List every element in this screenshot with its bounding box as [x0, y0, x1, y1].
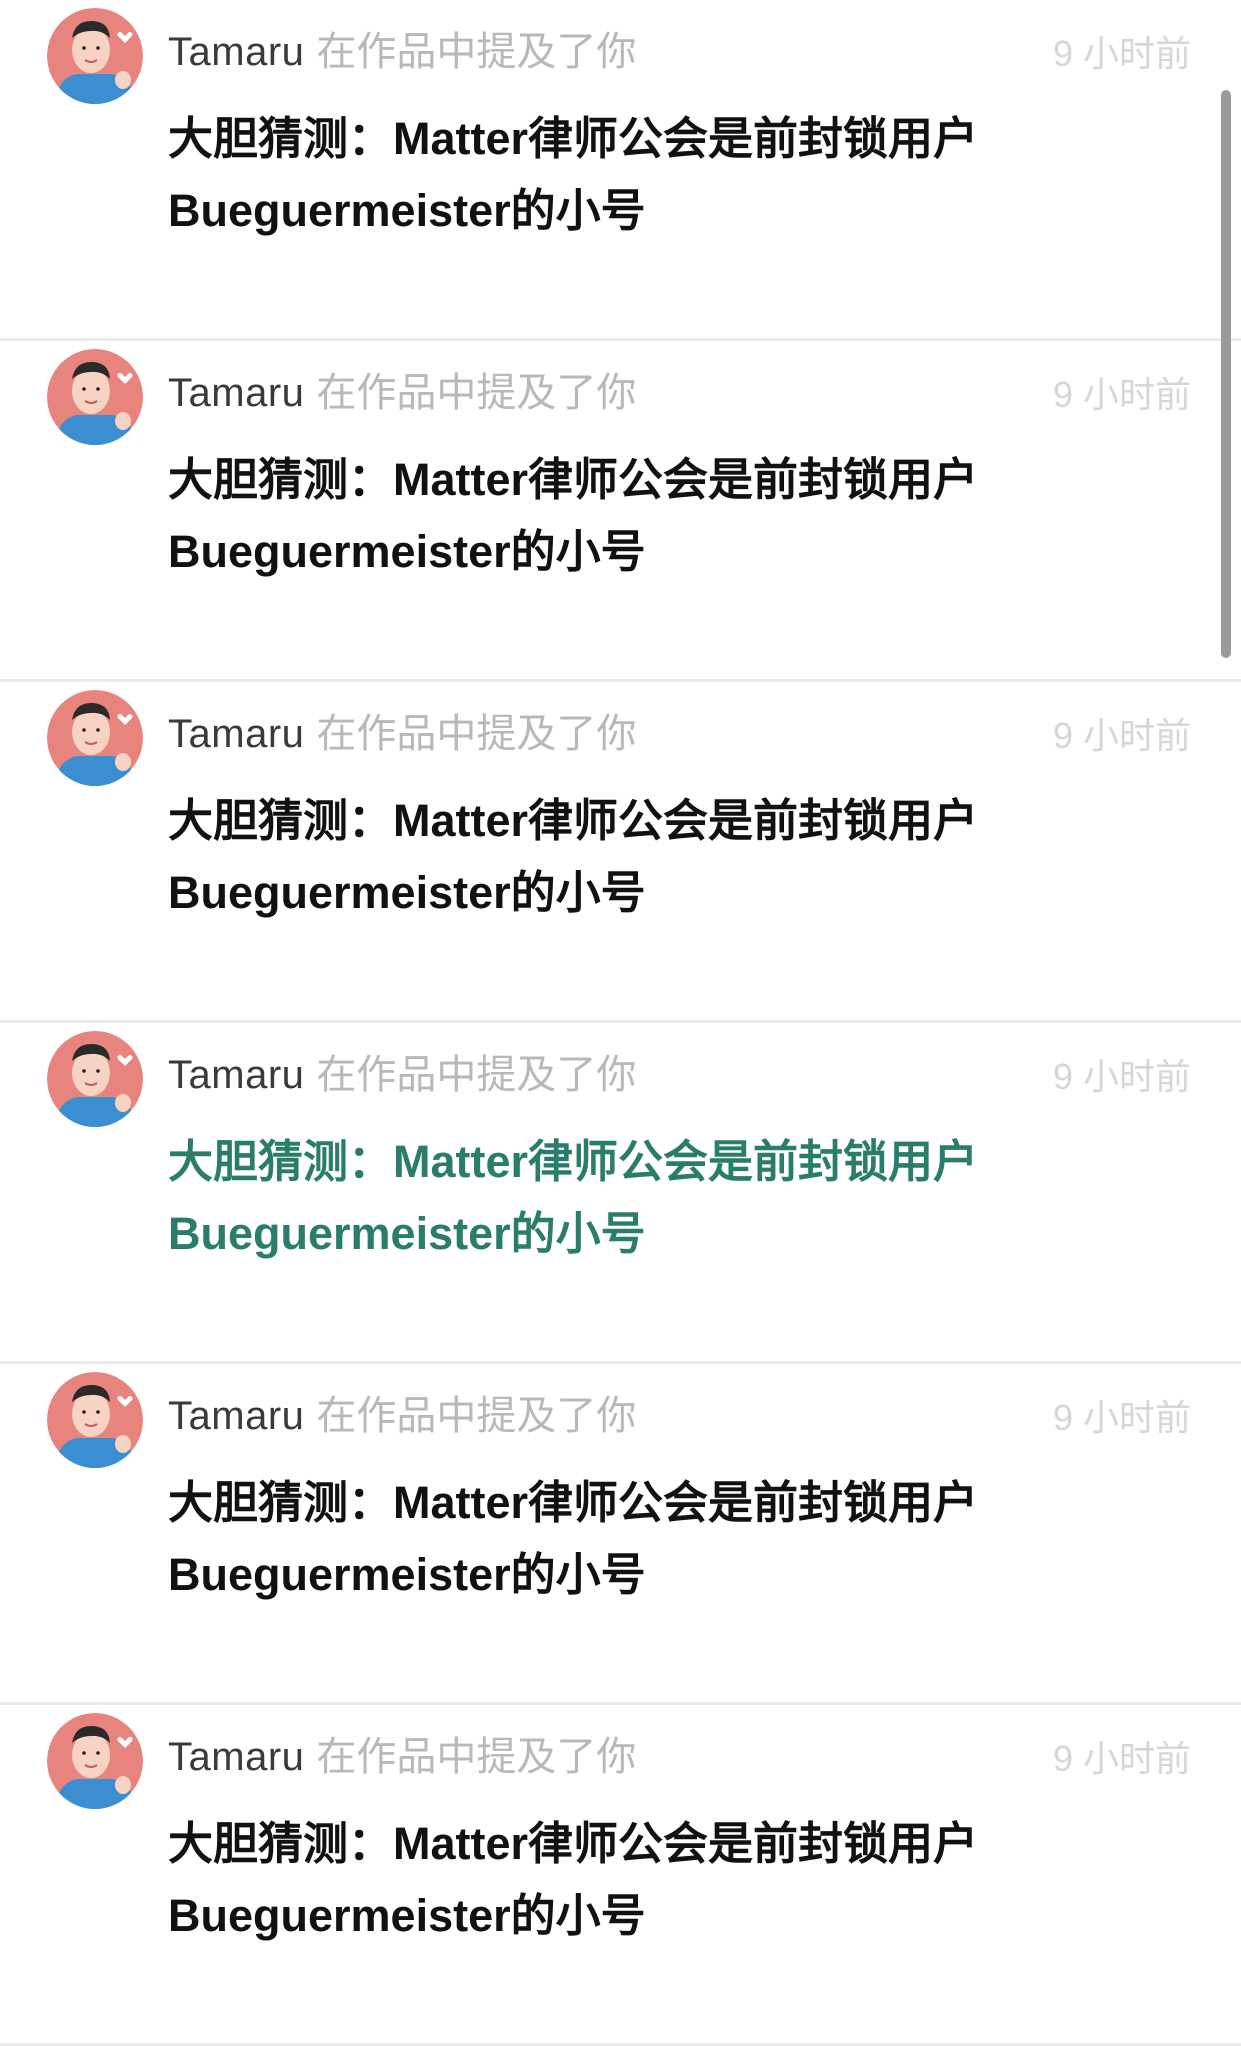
- action-text: 在作品中提及了你: [316, 1394, 637, 1438]
- work-title[interactable]: 大胆猜测：Matter律师公会是前封锁用户 Bueguermeister的小号: [168, 444, 1028, 588]
- cartoon-man-avatar-icon: [47, 690, 143, 786]
- avatar[interactable]: [47, 690, 143, 786]
- work-title[interactable]: 大胆猜测：Matter律师公会是前封锁用户 Bueguermeister的小号: [168, 1467, 1028, 1611]
- work-title-line: 大胆猜测：Matter律师公会是前封锁用户: [168, 1136, 979, 1187]
- cartoon-man-avatar-icon: [47, 1372, 143, 1468]
- avatar[interactable]: [47, 349, 143, 445]
- notification-header: Tamaru 在作品中提及了你: [168, 22, 636, 82]
- timestamp: 9 小时前: [1052, 374, 1191, 415]
- cartoon-man-avatar-icon: [47, 349, 143, 445]
- username[interactable]: Tamaru: [168, 1394, 304, 1438]
- username[interactable]: Tamaru: [168, 1053, 304, 1097]
- action-text: 在作品中提及了你: [316, 712, 637, 756]
- work-title-line: 大胆猜测：Matter律师公会是前封锁用户: [168, 795, 979, 846]
- work-title[interactable]: 大胆猜测：Matter律师公会是前封锁用户 Bueguermeister的小号: [168, 103, 1028, 247]
- username[interactable]: Tamaru: [168, 371, 304, 415]
- avatar[interactable]: [47, 8, 143, 104]
- notification-header: Tamaru 在作品中提及了你: [168, 704, 636, 764]
- notification-header: Tamaru 在作品中提及了你: [168, 1727, 636, 1787]
- notification-item[interactable]: Tamaru 在作品中提及了你 9 小时前 大胆猜测：Matter律师公会是前封锁…: [0, 0, 1241, 341]
- notification-item[interactable]: Tamaru 在作品中提及了你 9 小时前 大胆猜测：Matter律师公会是前封锁…: [0, 1705, 1241, 2046]
- work-title-line: Bueguermeister的小号: [168, 1549, 646, 1600]
- vertical-scrollbar[interactable]: [1221, 90, 1231, 658]
- notification-header: Tamaru 在作品中提及了你: [168, 363, 636, 423]
- cartoon-man-avatar-icon: [47, 8, 143, 104]
- action-text: 在作品中提及了你: [316, 1735, 637, 1779]
- work-title[interactable]: 大胆猜测：Matter律师公会是前封锁用户 Bueguermeister的小号: [168, 1808, 1028, 1952]
- timestamp: 9 小时前: [1052, 1738, 1191, 1779]
- notification-item[interactable]: Tamaru 在作品中提及了你 9 小时前 大胆猜测：Matter律师公会是前封锁…: [0, 1023, 1241, 1364]
- timestamp: 9 小时前: [1052, 33, 1191, 74]
- work-title-line: Bueguermeister的小号: [168, 1208, 646, 1259]
- username[interactable]: Tamaru: [168, 30, 304, 74]
- notification-list: Tamaru 在作品中提及了你 9 小时前 大胆猜测：Matter律师公会是前封锁…: [0, 0, 1241, 2046]
- work-title-line: 大胆猜测：Matter律师公会是前封锁用户: [168, 113, 979, 164]
- notification-header: Tamaru 在作品中提及了你: [168, 1386, 636, 1446]
- work-title-line: Bueguermeister的小号: [168, 867, 646, 918]
- notification-item[interactable]: Tamaru 在作品中提及了你 9 小时前 大胆猜测：Matter律师公会是前封锁…: [0, 1364, 1241, 1705]
- avatar[interactable]: [47, 1031, 143, 1127]
- cartoon-man-avatar-icon: [47, 1031, 143, 1127]
- avatar[interactable]: [47, 1372, 143, 1468]
- cartoon-man-avatar-icon: [47, 1713, 143, 1809]
- notification-header: Tamaru 在作品中提及了你: [168, 1045, 636, 1105]
- notification-item[interactable]: Tamaru 在作品中提及了你 9 小时前 大胆猜测：Matter律师公会是前封锁…: [0, 682, 1241, 1023]
- work-title[interactable]: 大胆猜测：Matter律师公会是前封锁用户 Bueguermeister的小号: [168, 785, 1028, 929]
- work-title-line: 大胆猜测：Matter律师公会是前封锁用户: [168, 454, 979, 505]
- work-title-line: Bueguermeister的小号: [168, 185, 646, 236]
- notification-item[interactable]: Tamaru 在作品中提及了你 9 小时前 大胆猜测：Matter律师公会是前封锁…: [0, 341, 1241, 682]
- work-title-line: 大胆猜测：Matter律师公会是前封锁用户: [168, 1818, 979, 1869]
- action-text: 在作品中提及了你: [316, 1053, 637, 1097]
- timestamp: 9 小时前: [1052, 715, 1191, 756]
- work-title-line: Bueguermeister的小号: [168, 526, 646, 577]
- work-title[interactable]: 大胆猜测：Matter律师公会是前封锁用户 Bueguermeister的小号: [168, 1126, 1028, 1270]
- username[interactable]: Tamaru: [168, 712, 304, 756]
- timestamp: 9 小时前: [1052, 1397, 1191, 1438]
- username[interactable]: Tamaru: [168, 1735, 304, 1779]
- work-title-line: Bueguermeister的小号: [168, 1890, 646, 1941]
- avatar[interactable]: [47, 1713, 143, 1809]
- timestamp: 9 小时前: [1052, 1056, 1191, 1097]
- action-text: 在作品中提及了你: [316, 371, 637, 415]
- work-title-line: 大胆猜测：Matter律师公会是前封锁用户: [168, 1477, 979, 1528]
- action-text: 在作品中提及了你: [316, 30, 637, 74]
